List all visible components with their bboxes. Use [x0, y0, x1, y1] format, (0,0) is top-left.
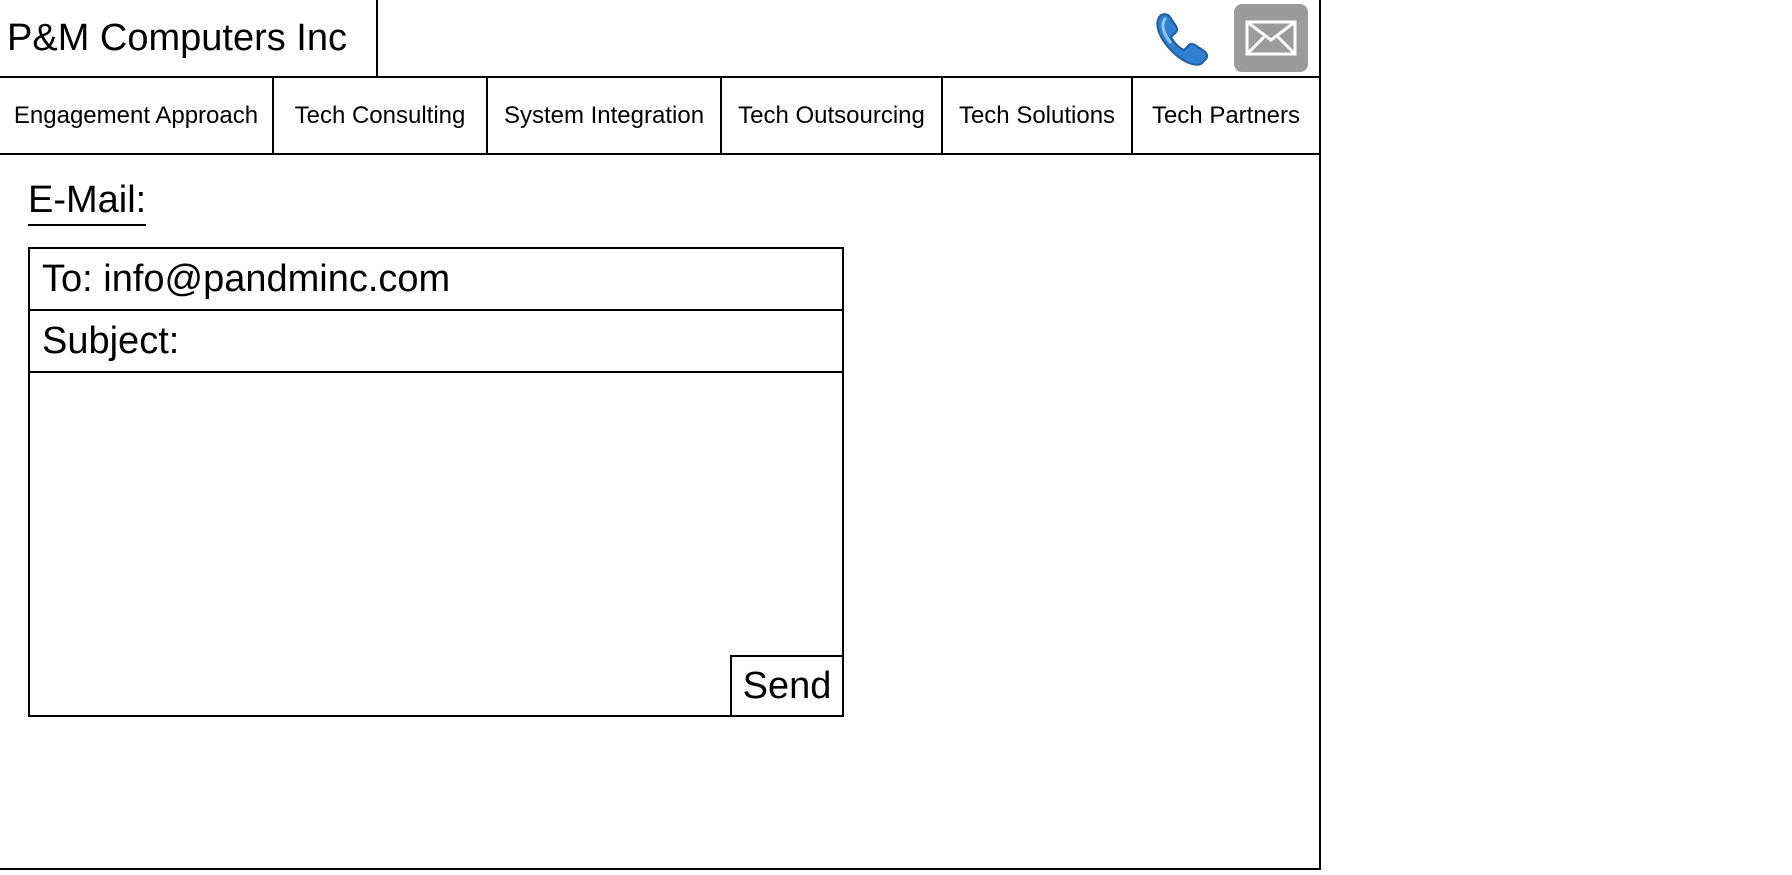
main-navigation: Engagement Approach Tech Consulting Syst…	[0, 78, 1321, 155]
nav-item-tech-outsourcing[interactable]: Tech Outsourcing	[722, 78, 943, 153]
phone-icon[interactable]	[1150, 6, 1216, 72]
nav-item-tech-solutions[interactable]: Tech Solutions	[943, 78, 1133, 153]
nav-item-label: Tech Consulting	[294, 102, 466, 129]
to-field-label: To: info@pandminc.com	[42, 258, 451, 300]
nav-item-label: Engagement Approach	[13, 102, 259, 129]
header: P&M Computers Inc	[0, 0, 1321, 78]
nav-item-label: Tech Solutions	[958, 102, 1116, 129]
send-button[interactable]: Send	[730, 655, 842, 715]
nav-item-system-integration[interactable]: System Integration	[488, 78, 722, 153]
nav-item-engagement-approach[interactable]: Engagement Approach	[0, 78, 274, 153]
subject-field-label: Subject:	[42, 320, 180, 362]
nav-item-tech-partners[interactable]: Tech Partners	[1133, 78, 1319, 153]
nav-item-label: System Integration	[503, 102, 705, 129]
nav-item-label: Tech Outsourcing	[738, 102, 925, 129]
message-body-input[interactable]	[30, 373, 842, 715]
company-logo[interactable]: P&M Computers Inc	[0, 0, 378, 76]
page-frame: P&M Computers Inc Engagement Approach Te…	[0, 0, 1321, 870]
email-form: To: info@pandminc.com Subject: Send	[28, 247, 844, 717]
nav-item-label: Tech Partners	[1151, 102, 1301, 129]
to-field[interactable]: To: info@pandminc.com	[30, 249, 842, 311]
company-name: P&M Computers Inc	[7, 17, 347, 59]
email-section-title: E-Mail:	[28, 178, 147, 226]
envelope-icon[interactable]	[1234, 4, 1308, 72]
subject-field[interactable]: Subject:	[30, 311, 842, 373]
nav-item-tech-consulting[interactable]: Tech Consulting	[274, 78, 488, 153]
